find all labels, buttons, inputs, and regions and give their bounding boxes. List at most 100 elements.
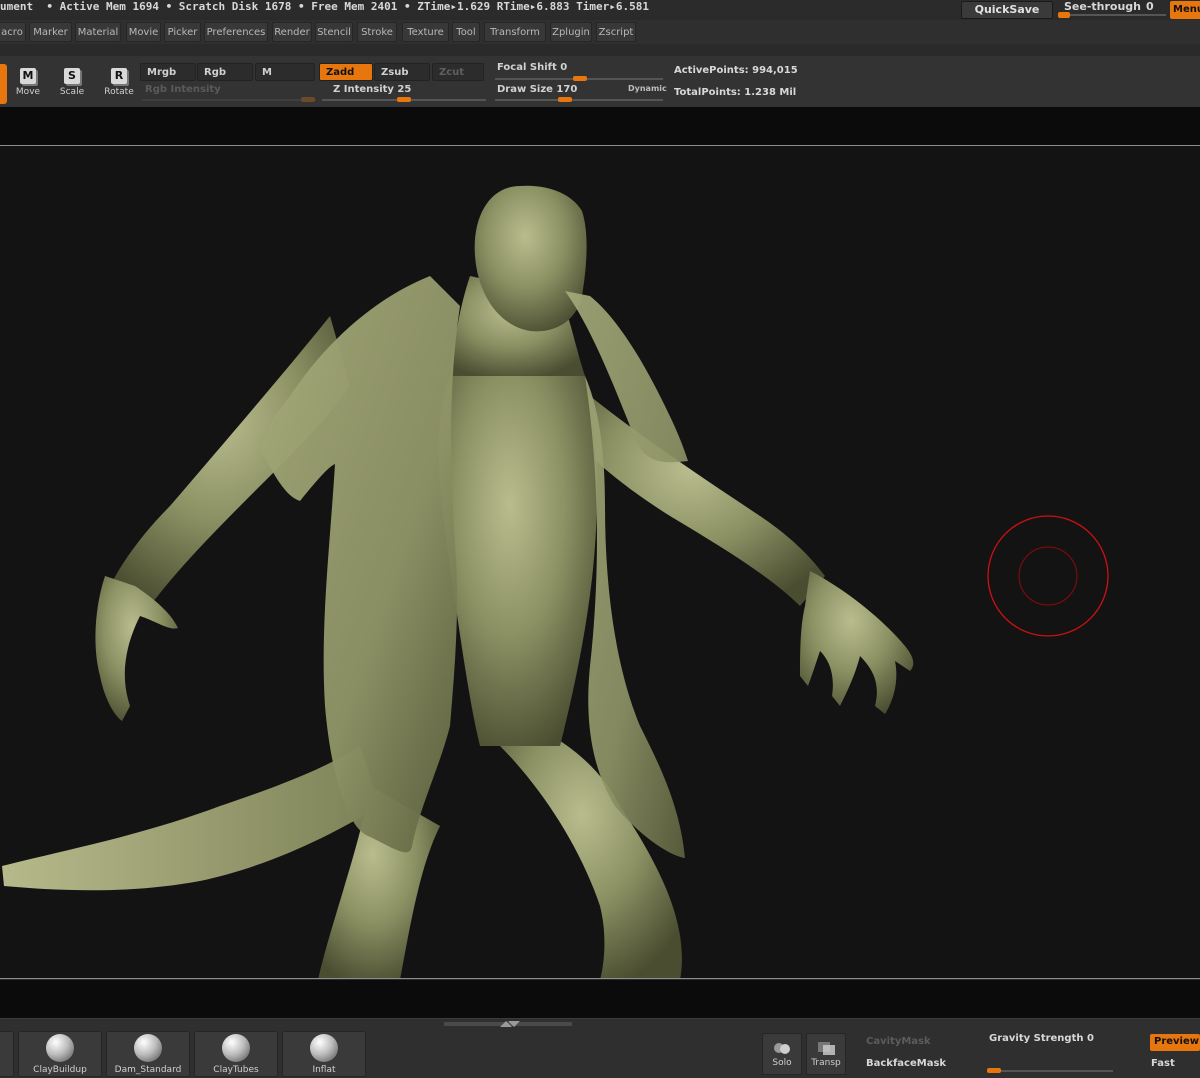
torso — [438, 376, 597, 746]
see-through-slider[interactable]: See-through 0 — [1058, 0, 1166, 20]
backfacemask-button[interactable]: BackfaceMask — [866, 1058, 946, 1069]
claytubes-icon — [222, 1034, 250, 1062]
move-icon: M — [20, 68, 36, 84]
brush-cursor-outer — [987, 515, 1109, 637]
scale-button[interactable]: S Scale — [52, 64, 92, 106]
inflat-icon — [310, 1034, 338, 1062]
draw-button[interactable] — [0, 64, 7, 104]
brush-label: Inflat — [312, 1065, 336, 1075]
move-button[interactable]: M Move — [8, 64, 48, 106]
mrgb-button[interactable]: Mrgb — [140, 63, 196, 81]
coat-left-panel — [258, 276, 460, 853]
gravity-strength-track — [987, 1070, 1113, 1072]
draw-size-value: 170 — [556, 84, 578, 95]
menu-tool[interactable]: Tool — [452, 22, 480, 42]
lizard-model-render[interactable] — [0, 146, 1200, 979]
menu-material[interactable]: Material — [75, 22, 121, 42]
scale-icon: S — [64, 68, 80, 84]
rotate-label: Rotate — [104, 87, 134, 97]
menu-marker[interactable]: Marker — [29, 22, 72, 42]
m-button[interactable]: M — [255, 63, 315, 81]
brush-label: ClayBuildup — [33, 1065, 87, 1075]
menu-zscript[interactable]: Zscript — [596, 22, 636, 42]
brush-slot-partial[interactable] — [0, 1031, 14, 1077]
right-arm — [580, 396, 825, 606]
memory-status: ument • Active Mem 1694 • Scratch Disk 1… — [0, 0, 650, 13]
see-through-knob[interactable] — [1058, 12, 1070, 18]
brush-dam-standard[interactable]: Dam_Standard — [106, 1031, 190, 1077]
brush-inflat[interactable]: Inflat — [282, 1031, 366, 1077]
rotate-button[interactable]: R Rotate — [99, 64, 139, 106]
canvas-top-band — [0, 107, 1200, 145]
active-points: ActivePoints: 994,015 — [674, 65, 798, 76]
brush-claybuildup[interactable]: ClayBuildup — [18, 1031, 102, 1077]
gravity-strength-label: Gravity Strength 0 — [989, 1033, 1094, 1044]
z-intensity-label-text: Z Intensity — [333, 84, 394, 95]
focal-shift-label-text: Focal Shift — [497, 62, 557, 73]
dam-standard-icon — [134, 1034, 162, 1062]
draw-size-knob[interactable] — [558, 97, 572, 102]
menu-render[interactable]: Render — [272, 22, 312, 42]
menu-picker[interactable]: Picker — [164, 22, 201, 42]
rgb-intensity-knob[interactable] — [301, 97, 315, 102]
brush-label: Dam_Standard — [114, 1065, 182, 1075]
gravity-strength-value: 0 — [1086, 1033, 1094, 1044]
rotate-icon: R — [111, 68, 127, 84]
menu-stencil[interactable]: Stencil — [315, 22, 353, 42]
preview-button[interactable]: Preview — [1150, 1034, 1200, 1051]
menu-transform[interactable]: Transform — [484, 22, 546, 42]
menu-texture[interactable]: Texture — [402, 22, 449, 42]
transp-icon — [818, 1042, 835, 1055]
gravity-strength-knob[interactable] — [987, 1068, 1001, 1073]
menu-macro[interactable]: acro — [0, 22, 26, 42]
draw-size-track — [495, 99, 663, 101]
brush-cursor-inner — [1018, 546, 1078, 606]
draw-size-label-text: Draw Size — [497, 84, 553, 95]
brush-claytubes[interactable]: ClayTubes — [194, 1031, 278, 1077]
z-intensity-knob[interactable] — [397, 97, 411, 102]
zadd-button[interactable]: Zadd — [319, 63, 373, 81]
left-hand — [95, 576, 178, 721]
menu-zplugin[interactable]: Zplugin — [550, 22, 592, 42]
fast-button[interactable]: Fast — [1151, 1058, 1175, 1069]
rgb-intensity-track — [142, 99, 316, 101]
see-through-track — [1058, 14, 1166, 16]
shelf-grip-icon[interactable] — [444, 1020, 572, 1028]
document-canvas[interactable] — [0, 145, 1200, 979]
dynamic-button[interactable]: Dynamic — [628, 84, 667, 93]
transp-button[interactable]: Transp — [806, 1033, 846, 1075]
zsub-button[interactable]: Zsub — [374, 63, 430, 81]
focal-shift-knob[interactable] — [573, 76, 587, 81]
solo-label: Solo — [772, 1058, 792, 1068]
transp-label: Transp — [811, 1058, 841, 1068]
tail — [2, 746, 380, 891]
rgb-intensity-label: Rgb Intensity — [145, 84, 221, 95]
cavitymask-button[interactable]: CavityMask — [866, 1036, 931, 1047]
menus-button[interactable]: Menus — [1170, 1, 1200, 19]
z-intensity-label: Z Intensity 25 — [333, 84, 411, 95]
claybuildup-icon — [46, 1034, 74, 1062]
bottom-shelf: ClayBuildup Dam_Standard ClayTubes Infla… — [0, 1018, 1200, 1078]
focal-shift-label: Focal Shift 0 — [497, 62, 567, 73]
total-points: TotalPoints: 1.238 Mil — [674, 87, 797, 98]
zcut-button[interactable]: Zcut — [432, 63, 484, 81]
scale-label: Scale — [59, 87, 85, 97]
menu-stroke[interactable]: Stroke — [357, 22, 397, 42]
see-through-value: 0 — [1146, 0, 1154, 13]
quicksave-button[interactable]: QuickSave — [961, 1, 1053, 19]
draw-size-label: Draw Size 170 — [497, 84, 577, 95]
tool-shelf: M Move S Scale R Rotate Mrgb Rgb M Rgb I… — [0, 56, 1200, 107]
focal-shift-value: 0 — [560, 62, 568, 73]
gravity-strength-label-text: Gravity Strength — [989, 1033, 1084, 1044]
solo-icon — [774, 1043, 790, 1054]
move-label: Move — [15, 87, 41, 97]
canvas-bottom-band — [0, 980, 1200, 1018]
solo-button[interactable]: Solo — [762, 1033, 802, 1075]
menu-bar: acro Marker Material Movie Picker Prefer… — [0, 20, 1200, 44]
menu-preferences[interactable]: Preferences — [204, 22, 268, 42]
rgb-button[interactable]: Rgb — [197, 63, 253, 81]
right-hand — [800, 571, 914, 714]
see-through-label: See-through — [1064, 0, 1142, 13]
brush-label: ClayTubes — [213, 1065, 259, 1075]
menu-movie[interactable]: Movie — [126, 22, 161, 42]
